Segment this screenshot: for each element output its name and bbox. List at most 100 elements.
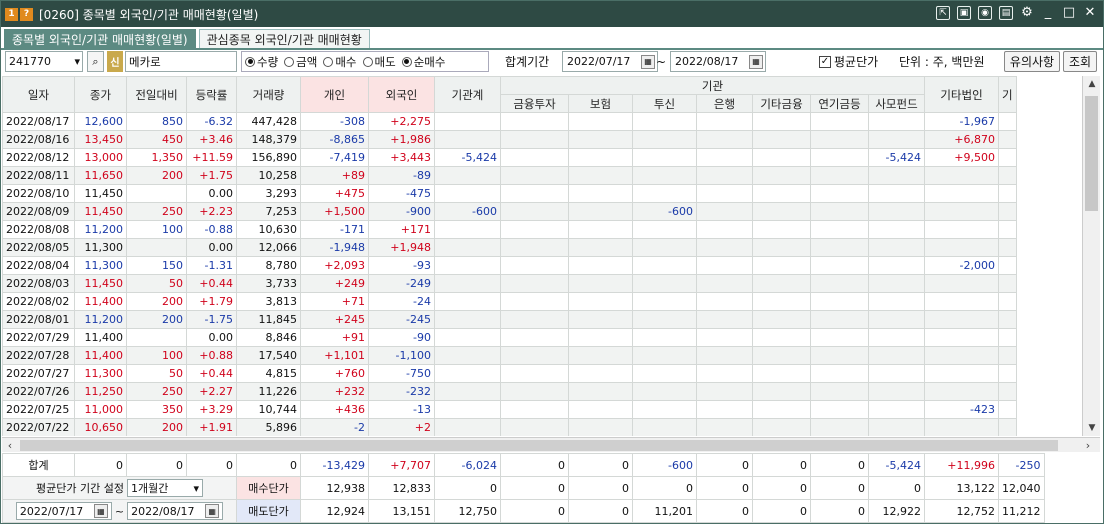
table-row[interactable]: 2022/07/22 10,650 200 +1.91 5,896 -2 +2 xyxy=(2,418,1017,436)
chevron-down-icon[interactable]: ▾ xyxy=(74,55,80,68)
cell-rate: +1.79 xyxy=(186,292,237,311)
cell-more xyxy=(998,148,1017,167)
stock-name-field[interactable]: 메카로 xyxy=(125,51,237,72)
buy-avg-insurance: 0 xyxy=(568,476,633,500)
table-row[interactable]: 2022/08/04 11,300 150 -1.31 8,780 +2,093 -93 -2… xyxy=(2,256,1017,275)
cell-individual: -171 xyxy=(300,220,369,239)
table-row[interactable]: 2022/08/02 11,400 200 +1.79 3,813 +71 -24 xyxy=(2,292,1017,311)
gear-icon[interactable]: ⚙ xyxy=(1020,6,1034,20)
table-row[interactable]: 2022/07/29 11,400 0.00 8,846 +91 -90 xyxy=(2,328,1017,347)
radio-sell[interactable]: 매도 xyxy=(362,54,396,70)
col-header-more[interactable]: 기 xyxy=(998,76,1017,113)
col-header-volume[interactable]: 거래량 xyxy=(236,76,301,113)
notice-button[interactable]: 유의사항 xyxy=(1004,51,1060,72)
cell-change: 250 xyxy=(126,202,187,221)
help-icon[interactable]: ? xyxy=(20,7,33,21)
radio-amount[interactable]: 금액 xyxy=(284,54,317,70)
cell-private-fund xyxy=(868,220,925,239)
table-row[interactable]: 2022/08/03 11,450 50 +0.44 3,733 +249 -249 xyxy=(2,274,1017,293)
col-header-pension[interactable]: 연기금등 xyxy=(810,94,869,113)
col-header-other-fin[interactable]: 기타금융 xyxy=(752,94,811,113)
col-header-trust[interactable]: 투신 xyxy=(632,94,697,113)
maximize-button[interactable]: □ xyxy=(1062,6,1076,20)
buy-avg-pension: 0 xyxy=(810,476,869,500)
scroll-left-icon[interactable]: ‹ xyxy=(2,438,18,453)
window-number-badge[interactable]: 1 xyxy=(5,7,18,21)
table-row[interactable]: 2022/07/27 11,300 50 +0.44 4,815 +760 -750 xyxy=(2,364,1017,383)
chevron-down-icon[interactable]: ▾ xyxy=(193,482,199,495)
avg-date-from-input[interactable]: 2022/07/17 ▦ xyxy=(15,502,112,520)
calendar-icon[interactable]: ▦ xyxy=(749,54,763,69)
col-header-individual[interactable]: 개인 xyxy=(300,76,369,113)
link-icon[interactable]: ⇱ xyxy=(936,6,950,20)
total-inst-total: -6,024 xyxy=(434,453,501,477)
col-header-fin-invest[interactable]: 금융투자 xyxy=(500,94,569,113)
table-row[interactable]: 2022/08/17 12,600 850 -6.32 447,428 -308 +2,27… xyxy=(2,112,1017,131)
table-row[interactable]: 2022/08/01 11,200 200 -1.75 11,845 +245 -245 xyxy=(2,310,1017,329)
cell-foreign: -245 xyxy=(368,310,435,329)
cell-pension xyxy=(810,184,869,203)
tab-watchlist[interactable]: 관심종목 외국인/기관 매매현황 xyxy=(198,29,370,49)
cell-fin-invest xyxy=(500,166,569,185)
col-header-price[interactable]: 종가 xyxy=(74,76,127,113)
radio-buy[interactable]: 매수 xyxy=(323,54,357,70)
cell-change xyxy=(126,238,187,257)
col-header-bank[interactable]: 은행 xyxy=(696,94,753,113)
stock-code-input[interactable]: 241770 ▾ xyxy=(5,51,83,72)
search-icon[interactable]: ⌕ xyxy=(87,51,104,72)
scroll-up-icon[interactable]: ▲ xyxy=(1083,76,1101,92)
cell-bank xyxy=(696,166,753,185)
calendar-icon[interactable]: ▦ xyxy=(205,504,220,518)
cell-private-fund xyxy=(868,274,925,293)
horizontal-scrollbar[interactable]: ‹ › xyxy=(2,437,1100,452)
cell-fin-invest xyxy=(500,184,569,203)
col-header-rate[interactable]: 등락률 xyxy=(186,76,237,113)
avg-period-select[interactable]: 1개월간 ▾ xyxy=(126,479,203,497)
unit-label: 단위 : 주, 백만원 xyxy=(899,55,985,69)
table-row[interactable]: 2022/08/16 13,450 450 +3.46 148,379 -8,865 +1,… xyxy=(2,130,1017,149)
table-row[interactable]: 2022/07/26 11,250 250 +2.27 11,226 +232 -232 xyxy=(2,382,1017,401)
col-header-foreign[interactable]: 외국인 xyxy=(368,76,435,113)
col-header-inst-total[interactable]: 기관계 xyxy=(434,76,501,113)
col-header-insurance[interactable]: 보험 xyxy=(568,94,633,113)
table-row[interactable]: 2022/08/10 11,450 0.00 3,293 +475 -475 xyxy=(2,184,1017,203)
cell-private-fund xyxy=(868,112,925,131)
table-row[interactable]: 2022/08/05 11,300 0.00 12,066 -1,948 +1,948 xyxy=(2,238,1017,257)
col-header-change[interactable]: 전일대비 xyxy=(126,76,187,113)
cell-other-corp xyxy=(924,274,999,293)
calendar-icon[interactable]: ▦ xyxy=(641,54,655,69)
horizontal-scroll-thumb[interactable] xyxy=(20,440,1058,451)
scroll-down-icon[interactable]: ▼ xyxy=(1083,420,1101,436)
cell-individual: +89 xyxy=(300,166,369,185)
calendar-icon[interactable]: ▦ xyxy=(93,504,108,518)
save-icon[interactable]: ▣ xyxy=(957,6,971,20)
table-row[interactable]: 2022/07/28 11,400 100 +0.88 17,540 +1,101 -1,1… xyxy=(2,346,1017,365)
minimize-button[interactable]: _ xyxy=(1041,6,1055,20)
table-row[interactable]: 2022/07/25 11,000 350 +3.29 10,744 +436 -13 -42… xyxy=(2,400,1017,419)
print-icon[interactable]: ▤ xyxy=(999,6,1013,20)
scroll-right-icon[interactable]: › xyxy=(1080,438,1096,453)
tab-stock-daily[interactable]: 종목별 외국인/기관 매매현황(일별) xyxy=(4,29,196,49)
table-row[interactable]: 2022/08/09 11,450 250 +2.23 7,253 +1,500 -900-… xyxy=(2,202,1017,221)
avg-price-checkbox[interactable]: ✓ 평균단가 xyxy=(819,51,878,72)
cell-trust: -600 xyxy=(632,202,697,221)
col-header-private-fund[interactable]: 사모펀드 xyxy=(868,94,925,113)
avg-date-to-input[interactable]: 2022/08/17 ▦ xyxy=(127,502,224,520)
vertical-scrollbar[interactable]: ▲ ▼ xyxy=(1082,76,1100,436)
table-row[interactable]: 2022/08/08 11,200 100 -0.88 10,630 -171 +171 xyxy=(2,220,1017,239)
vertical-scroll-thumb[interactable] xyxy=(1085,96,1098,211)
query-button[interactable]: 조회 xyxy=(1063,51,1097,72)
date-to-input[interactable]: 2022/08/17 ▦ xyxy=(670,51,766,72)
table-row[interactable]: 2022/08/11 11,650 200 +1.75 10,258 +89 -89 xyxy=(2,166,1017,185)
cell-change: 50 xyxy=(126,364,187,383)
col-header-other-corp[interactable]: 기타법인 xyxy=(924,76,999,113)
cell-fin-invest xyxy=(500,292,569,311)
camera-icon[interactable]: ◉ xyxy=(978,6,992,20)
date-from-input[interactable]: 2022/07/17 ▦ xyxy=(562,51,658,72)
table-row[interactable]: 2022/08/12 13,000 1,350 +11.59 156,890 -7,419… xyxy=(2,148,1017,167)
close-button[interactable]: ✕ xyxy=(1083,6,1097,20)
radio-net-buy[interactable]: 순매수 xyxy=(401,54,445,70)
radio-quantity[interactable]: 수량 xyxy=(245,54,278,70)
cell-insurance xyxy=(568,256,633,275)
col-header-date[interactable]: 일자 xyxy=(2,76,75,113)
